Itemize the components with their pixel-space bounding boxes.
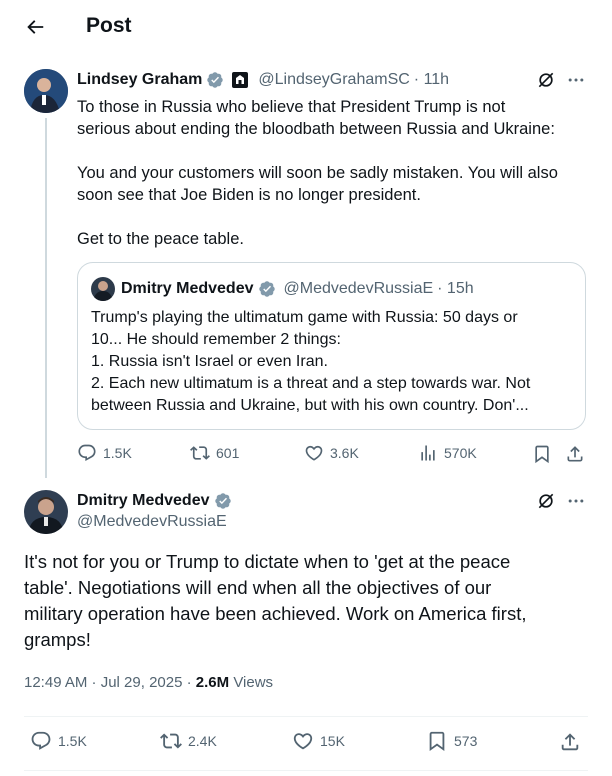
repost-count: 2.4K	[188, 733, 217, 749]
grok-button[interactable]	[534, 489, 558, 513]
like-icon	[305, 445, 323, 461]
text-line: 1. Russia isn't Israel or even Iran.	[91, 353, 328, 370]
text-line: To those in Russia who believe that Pres…	[77, 98, 506, 116]
divider	[24, 716, 588, 717]
main-post-header: Dmitry Medvedev @MedvedevRussiaE	[77, 491, 232, 531]
main-post-text: It's not for you or Trump to dictate whe…	[24, 549, 599, 653]
text-line: 10... He should remember 2 things:	[91, 331, 341, 348]
post-time[interactable]: · 11h	[414, 71, 449, 89]
author-name[interactable]: Lindsey Graham	[77, 71, 202, 89]
text-line: gramps!	[24, 629, 91, 650]
verified-badge-icon	[258, 281, 275, 297]
bookmark-button[interactable]: 573	[426, 730, 477, 752]
like-button[interactable]: 15K	[292, 730, 345, 752]
reply-count: 1.5K	[103, 445, 132, 461]
avatar	[91, 277, 115, 301]
grok-button[interactable]	[534, 68, 558, 92]
verified-badge-icon	[207, 72, 224, 88]
original-post-text: To those in Russia who believe that Pres…	[77, 96, 597, 250]
text-line: serious about ending the bloodbath betwe…	[77, 120, 555, 138]
repost-button[interactable]: 601	[190, 443, 239, 463]
repost-count: 601	[216, 445, 240, 461]
like-count: 15K	[320, 733, 345, 749]
text-line: Trump's playing the ultimatum game with …	[91, 309, 518, 326]
text-line: between Russia and Ukraine, but with his…	[91, 397, 529, 414]
author-name[interactable]: Dmitry Medvedev	[77, 492, 210, 510]
repost-icon	[190, 446, 210, 460]
views-count: 2.6M	[195, 674, 230, 691]
text-line: 2. Each new ultimatum is a threat and a …	[91, 375, 531, 392]
bookmark-button[interactable]	[531, 443, 553, 465]
like-count: 3.6K	[330, 445, 359, 461]
repost-icon	[160, 733, 182, 749]
post-time: · 15h	[437, 280, 474, 297]
bookmark-count: 573	[454, 733, 478, 749]
text-line: You and your customers will soon be sadl…	[77, 164, 558, 182]
post-meta: 12:49 AM · Jul 29, 2025 · 2.6M Views	[24, 674, 274, 691]
views-icon	[421, 445, 435, 461]
author-handle[interactable]: @LindseyGrahamSC	[258, 71, 409, 89]
share-button[interactable]	[558, 730, 582, 754]
page-title: Post	[86, 14, 132, 37]
text-line: table'. Negotiations will end when all t…	[24, 577, 492, 598]
avatar[interactable]	[24, 490, 68, 534]
original-post-header: Lindsey Graham @LindseyGrahamSC · 11h	[77, 70, 449, 90]
views-count: 570K	[444, 445, 477, 461]
share-button[interactable]	[564, 443, 586, 465]
reply-icon	[78, 444, 96, 462]
text-line: soon see that Joe Biden is no longer pre…	[77, 186, 421, 204]
text-line: military operation have been achieved. W…	[24, 603, 527, 624]
thread-line	[45, 118, 47, 478]
text-line: It's not for you or Trump to dictate whe…	[24, 551, 511, 572]
grok-icon	[538, 72, 554, 88]
reply-button[interactable]: 1.5K	[30, 730, 87, 752]
post-timestamp[interactable]: 12:49 AM · Jul 29, 2025	[24, 674, 182, 691]
reply-count: 1.5K	[58, 733, 87, 749]
back-arrow-icon	[27, 20, 44, 34]
more-button[interactable]	[564, 489, 588, 513]
divider	[24, 770, 588, 771]
text-line: Get to the peace table.	[77, 230, 244, 248]
author-name: Dmitry Medvedev	[121, 280, 254, 297]
more-icon	[568, 499, 584, 503]
author-handle: @MedvedevRussiaE	[283, 280, 434, 297]
share-icon	[561, 733, 579, 751]
reply-icon	[31, 731, 51, 750]
more-button[interactable]	[564, 68, 588, 92]
views-button[interactable]: 570K	[418, 443, 477, 463]
more-icon	[568, 78, 584, 82]
like-icon	[293, 733, 313, 750]
quoted-post-header: Dmitry Medvedev @MedvedevRussiaE · 15h	[121, 279, 474, 299]
reply-button[interactable]: 1.5K	[77, 443, 132, 463]
government-icon	[232, 72, 249, 88]
like-button[interactable]: 3.6K	[304, 443, 359, 463]
quoted-post-text: Trump's playing the ultimatum game with …	[91, 307, 581, 417]
bookmark-icon	[535, 445, 549, 464]
views-label: Views	[233, 674, 274, 691]
quoted-post-card[interactable]: Dmitry Medvedev @MedvedevRussiaE · 15h T…	[77, 262, 586, 430]
repost-button[interactable]: 2.4K	[160, 730, 217, 752]
share-icon	[567, 446, 583, 462]
back-button[interactable]	[22, 14, 48, 40]
author-handle[interactable]: @MedvedevRussiaE	[77, 513, 232, 531]
grok-icon	[538, 493, 554, 509]
verified-badge-icon	[214, 493, 231, 509]
bookmark-icon	[429, 731, 445, 752]
avatar[interactable]	[24, 69, 68, 113]
